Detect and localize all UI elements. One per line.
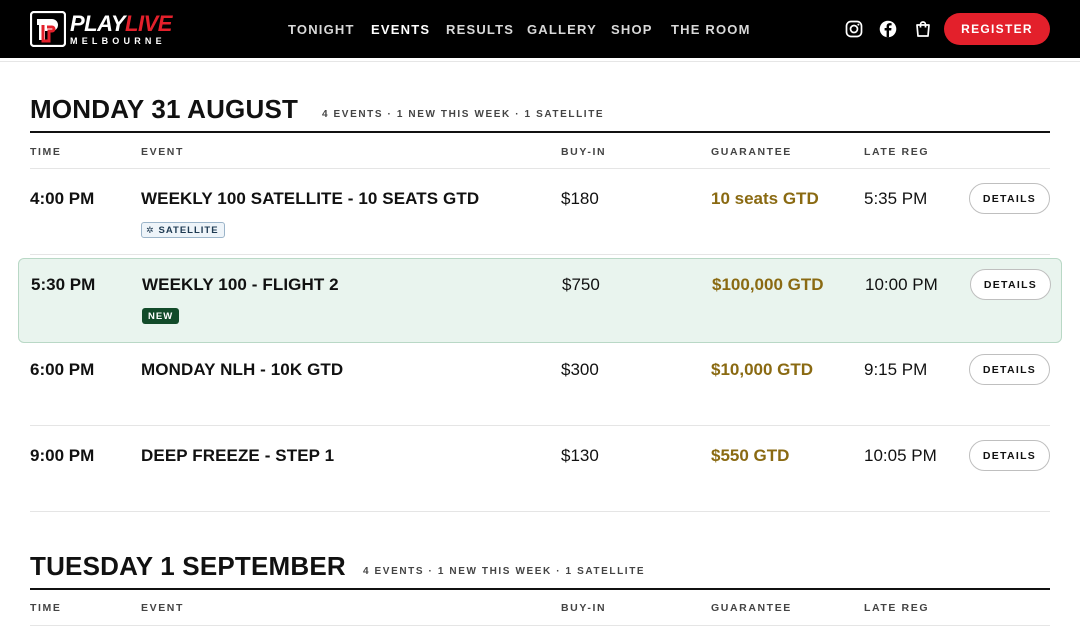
nav-results[interactable]: RESULTS: [446, 22, 514, 37]
table-row: 4:00 PM WEEKLY 100 SATELLITE - 10 SEATS …: [30, 169, 1050, 254]
details-button[interactable]: DETAILS: [969, 354, 1050, 385]
day-divider: [30, 131, 1050, 133]
col-header-time: TIME: [30, 146, 62, 158]
satellite-icon: ✲: [146, 224, 155, 235]
table-row-highlighted: 5:30 PM WEEKLY 100 - FLIGHT 2 NEW $750 $…: [18, 258, 1062, 343]
details-button[interactable]: DETAILS: [969, 183, 1050, 214]
event-time: 9:00 PM: [30, 446, 95, 465]
facebook-icon[interactable]: [879, 20, 897, 38]
new-badge: NEW: [142, 308, 180, 324]
logo-word-play: PLAY: [70, 10, 126, 36]
event-buyin: $130: [561, 446, 599, 465]
col-header-guarantee: GUARANTEE: [711, 146, 792, 158]
day-meta-monday: 4 EVENTS · 1 NEW THIS WEEK · 1 SATELLITE: [322, 109, 605, 120]
table-row: 6:00 PM MONDAY NLH - 10K GTD $300 $10,00…: [30, 340, 1050, 425]
event-late-reg: 5:35 PM: [864, 189, 928, 208]
playlive-logo[interactable]: PLAYLIVE MELBOURNE: [30, 11, 172, 47]
event-time: 4:00 PM: [30, 189, 95, 208]
table-row: 9:00 PM DEEP FREEZE - STEP 1 $130 $550 G…: [30, 426, 1050, 511]
logo-subtitle: MELBOURNE: [70, 35, 166, 46]
day-title-monday: MONDAY 31 AUGUST: [30, 94, 299, 124]
logo-word-live: LIVE: [125, 10, 172, 36]
event-guarantee: $10,000 GTD: [711, 360, 814, 379]
event-late-reg: 9:15 PM: [864, 360, 928, 379]
col-header-late-reg: LATE REG: [864, 146, 930, 158]
row-divider: [30, 254, 1050, 255]
instagram-icon[interactable]: [845, 20, 863, 38]
register-button[interactable]: REGISTER: [944, 13, 1050, 45]
nav-the-room[interactable]: THE ROOM: [671, 22, 751, 37]
col-header-event: EVENT: [141, 602, 185, 614]
event-guarantee: $100,000 GTD: [712, 275, 824, 294]
event-guarantee: $550 GTD: [711, 446, 790, 465]
event-late-reg: 10:00 PM: [865, 275, 938, 294]
nav-tonight[interactable]: TONIGHT: [288, 22, 355, 37]
event-name[interactable]: WEEKLY 100 - FLIGHT 2: [142, 275, 339, 295]
col-header-event: EVENT: [141, 146, 185, 158]
col-header-late-reg: LATE REG: [864, 602, 930, 614]
playlive-logo-icon: [30, 11, 66, 47]
satellite-badge-label: SATELLITE: [158, 224, 219, 236]
event-guarantee: 10 seats GTD: [711, 189, 819, 208]
event-late-reg: 10:05 PM: [864, 446, 937, 465]
satellite-badge: ✲ SATELLITE: [141, 222, 225, 238]
section-divider: [30, 511, 1050, 512]
event-time: 5:30 PM: [31, 275, 96, 294]
nav-events[interactable]: EVENTS: [371, 22, 430, 37]
details-button[interactable]: DETAILS: [970, 269, 1051, 300]
event-buyin: $300: [561, 360, 599, 379]
col-header-buyin: BUY-IN: [561, 146, 607, 158]
col-header-time: TIME: [30, 602, 62, 614]
event-buyin: $750: [562, 275, 600, 294]
col-header-buyin: BUY-IN: [561, 602, 607, 614]
event-time: 6:00 PM: [30, 360, 95, 379]
day-meta-tuesday: 4 EVENTS · 1 NEW THIS WEEK · 1 SATELLITE: [363, 566, 646, 577]
event-name[interactable]: MONDAY NLH - 10K GTD: [141, 360, 343, 380]
details-button[interactable]: DETAILS: [969, 440, 1050, 471]
header-divider: [0, 58, 1080, 62]
event-name[interactable]: WEEKLY 100 SATELLITE - 10 SEATS GTD: [141, 189, 479, 209]
event-buyin: $180: [561, 189, 599, 208]
day-title-tuesday: TUESDAY 1 SEPTEMBER: [30, 551, 346, 581]
top-nav-bar: PLAYLIVE MELBOURNE TONIGHT EVENTS RESULT…: [0, 0, 1080, 58]
cart-icon[interactable]: [914, 20, 932, 38]
event-name[interactable]: DEEP FREEZE - STEP 1: [141, 446, 334, 466]
nav-gallery[interactable]: GALLERY: [527, 22, 597, 37]
nav-shop[interactable]: SHOP: [611, 22, 653, 37]
day-divider: [30, 588, 1050, 590]
header-row-divider: [30, 625, 1050, 626]
col-header-guarantee: GUARANTEE: [711, 602, 792, 614]
